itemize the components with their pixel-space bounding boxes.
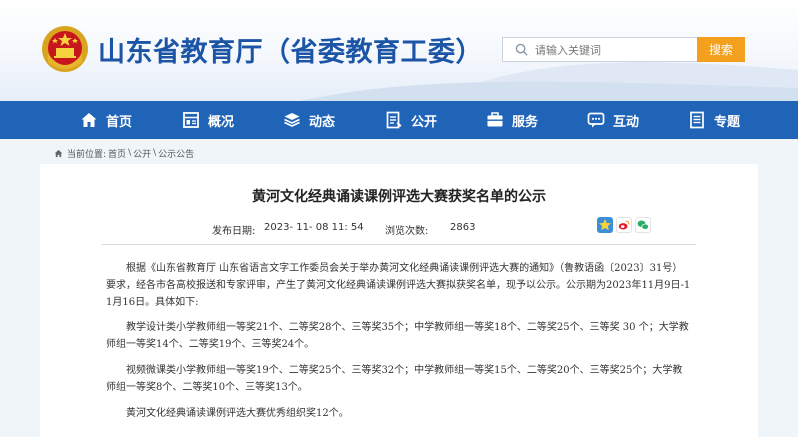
nav-item-home[interactable]: 首页 <box>80 101 132 139</box>
news-icon <box>284 113 300 127</box>
publish-date: 2023- 11- 08 11: 54 <box>264 222 364 233</box>
breadcrumb: 当前位置: 首页 \ 公开 \ 公示公告 <box>54 146 196 160</box>
nav-label-home: 首页 <box>106 114 133 130</box>
views-count: 2863 <box>450 222 476 233</box>
share-favorite-icon[interactable] <box>597 217 613 233</box>
service-icon <box>487 112 503 127</box>
meta-divider <box>102 244 696 245</box>
disclosure-icon <box>386 111 402 129</box>
share-weibo-icon[interactable] <box>616 217 632 233</box>
breadcrumb-separator: \ <box>153 148 157 158</box>
site-title[interactable]: 山东省教育厅（省委教育工委） <box>98 30 483 69</box>
share-wechat-icon[interactable] <box>635 217 651 233</box>
search-box[interactable] <box>502 37 700 62</box>
article-title: 黄河文化经典诵读课例评选大赛获奖名单的公示 <box>252 189 546 205</box>
breadcrumb-link-disclosure[interactable]: 公开 <box>133 147 151 160</box>
views-label: 浏览次数: <box>385 226 429 237</box>
overview-icon <box>183 112 199 128</box>
article-paragraph: 黄河文化经典诵读课例评选大赛优秀组织奖12个。 <box>126 408 349 419</box>
nav-label-topic: 专题 <box>714 114 741 130</box>
breadcrumb-prefix: 当前位置: <box>67 149 107 160</box>
site-header: 山东省教育厅（省委教育工委） 搜索 <box>0 0 798 101</box>
nav-label-interaction: 互动 <box>613 114 640 130</box>
nav-label-overview: 概况 <box>208 114 235 130</box>
topic-icon <box>690 111 704 129</box>
nav-item-disclosure[interactable]: 公开 <box>385 101 437 139</box>
nav-item-topic[interactable]: 专题 <box>688 101 740 139</box>
interaction-icon <box>587 112 605 128</box>
nav-label-news: 动态 <box>309 114 336 130</box>
publish-date-label: 发布日期: <box>212 226 256 237</box>
search-icon <box>515 43 528 56</box>
breadcrumb-separator: \ <box>128 148 132 158</box>
nav-label-disclosure: 公开 <box>411 114 438 130</box>
nav-item-overview[interactable]: 概况 <box>182 101 234 139</box>
nav-item-service[interactable]: 服务 <box>486 101 538 139</box>
article-paragraph: 视频微课类小学教师组一等奖19个、二等奖25个、三等奖32个；中学教师组一等奖1… <box>106 365 683 393</box>
nav-label-service: 服务 <box>512 114 539 130</box>
home-icon <box>81 113 97 127</box>
search-button[interactable]: 搜索 <box>697 37 745 62</box>
main-navigation: 首页 概况 动态 公开 服务 互动 专题 <box>0 101 798 139</box>
breadcrumb-link-home[interactable]: 首页 <box>108 147 126 160</box>
location-home-icon <box>54 149 63 157</box>
nav-item-interaction[interactable]: 互动 <box>587 101 639 139</box>
search-input[interactable] <box>535 41 695 59</box>
nav-item-news[interactable]: 动态 <box>283 101 335 139</box>
article-paragraph: 教学设计类小学教师组一等奖21个、二等奖28个、三等奖35个；中学教师组一等奖1… <box>106 322 689 350</box>
article-paragraph: 根据《山东省教育厅 山东省语言文字工作委员会关于举办黄河文化经典诵读课例评选大赛… <box>106 263 691 308</box>
national-emblem-icon <box>42 26 88 72</box>
breadcrumb-link-announcements[interactable]: 公示公告 <box>158 147 194 160</box>
